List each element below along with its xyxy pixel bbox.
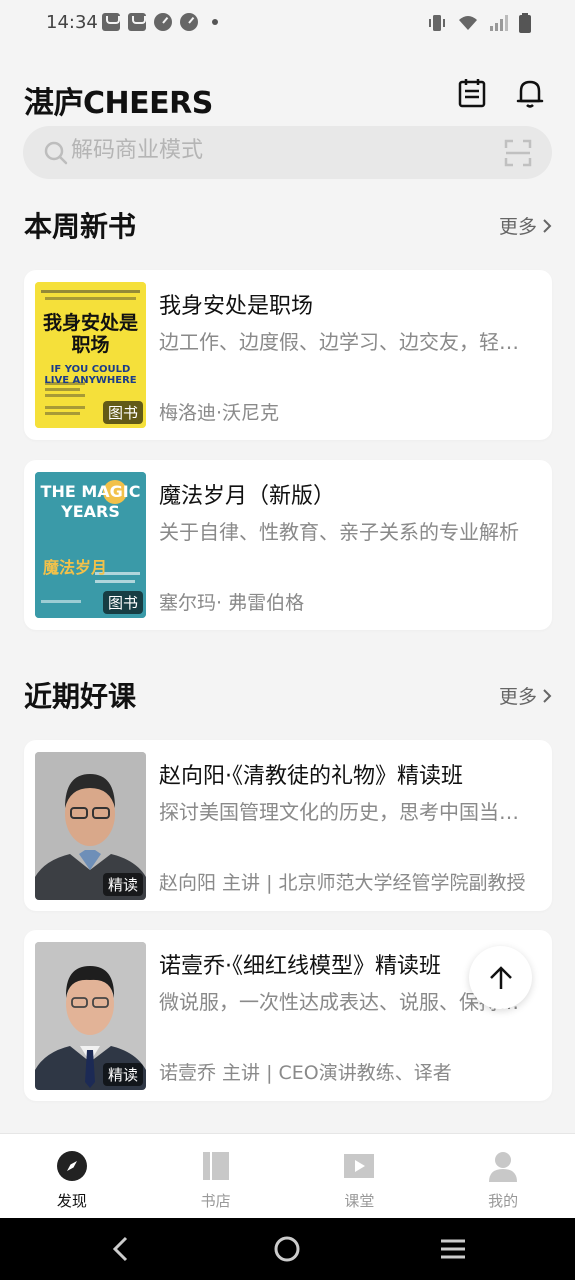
menu-icon[interactable] xyxy=(438,1234,468,1264)
book-author: 塞尔玛· 弗雷伯格 xyxy=(159,592,305,614)
nav-label: 课堂 xyxy=(344,1192,375,1210)
chevron-right-icon xyxy=(543,218,552,233)
nav-label: 书店 xyxy=(200,1192,231,1210)
course-desc: 探讨美国管理文化的历史，思考中国当下的管理问题 xyxy=(159,800,537,824)
course-card[interactable]: 精读 赵向阳·《清教徒的礼物》精读班 探讨美国管理文化的历史，思考中国当下的管理… xyxy=(24,740,552,911)
course-tag: 精读 xyxy=(102,873,143,896)
bell-icon[interactable] xyxy=(513,76,547,110)
calendar-icon[interactable] xyxy=(455,76,489,110)
more-label: 更多 xyxy=(498,686,537,708)
signal-icon xyxy=(490,15,508,31)
play-icon xyxy=(344,1154,375,1178)
compass-icon xyxy=(56,1151,87,1181)
book-cover-title: 我身安处是职场 xyxy=(42,312,138,356)
book-cover-subtitle: IF YOU COULD LIVE ANYWHERE xyxy=(44,364,137,386)
nav-item-bookstore[interactable]: 书店 xyxy=(144,1134,288,1218)
speedometer-notification-icon xyxy=(154,13,172,31)
status-bar: 14:34 xyxy=(0,0,575,48)
course-title: 赵向阳·《清教徒的礼物》精读班 xyxy=(159,764,463,789)
course-lecturer: 诺壹乔 主讲 | CEO演讲教练、译者 xyxy=(159,1062,452,1084)
book-card[interactable]: THE MAGIC YEARS 魔法岁月 图书 魔法岁月（新版） 关于自律、性教… xyxy=(24,460,552,630)
notification-icons xyxy=(102,13,218,31)
battery-icon xyxy=(519,13,531,33)
book-cover-title-en: THE MAGIC YEARS xyxy=(40,482,141,521)
vibrate-icon xyxy=(429,15,445,31)
home-icon[interactable] xyxy=(272,1234,302,1264)
arrow-up-icon xyxy=(489,965,512,989)
nav-item-classroom[interactable]: 课堂 xyxy=(288,1134,432,1218)
nav-item-discover[interactable]: 发现 xyxy=(0,1134,144,1218)
system-status-icons xyxy=(427,13,531,33)
book-cover: THE MAGIC YEARS 魔法岁月 图书 xyxy=(35,472,146,618)
section-title-courses: 近期好课 xyxy=(24,680,137,713)
book-author: 梅洛迪·沃尼克 xyxy=(159,402,280,424)
course-tag: 精读 xyxy=(102,1063,143,1086)
course-lecturer: 赵向阳 主讲 | 北京师范大学经管学院副教授 xyxy=(159,872,526,894)
wifi-icon xyxy=(459,16,477,30)
person-icon xyxy=(489,1152,518,1182)
status-time: 14:34 xyxy=(46,12,98,33)
chevron-right-icon xyxy=(543,688,552,703)
bag-notification-icon xyxy=(128,13,146,31)
book-cover: 我身安处是职场 IF YOU COULD LIVE ANYWHERE 图书 xyxy=(35,282,146,428)
book-card[interactable]: 我身安处是职场 IF YOU COULD LIVE ANYWHERE 图书 我身… xyxy=(24,270,552,440)
more-courses-link[interactable]: 更多 xyxy=(499,682,553,709)
search-input[interactable] xyxy=(71,138,471,163)
book-desc: 边工作、边度假、边学习、边交友，轻松工作 xyxy=(159,330,537,354)
more-label: 更多 xyxy=(498,216,537,238)
more-new-books-link[interactable]: 更多 xyxy=(499,212,553,239)
scan-icon[interactable] xyxy=(504,139,532,167)
back-icon[interactable] xyxy=(106,1234,136,1264)
book-cover-title: 魔法岁月 xyxy=(43,558,108,577)
speedometer-notification-icon xyxy=(180,13,198,31)
nav-label: 发现 xyxy=(56,1192,87,1210)
section-title-new-books: 本周新书 xyxy=(24,210,137,243)
app-logo: 湛庐CHEERS xyxy=(24,86,213,121)
course-card[interactable]: 精读 诺壹乔·《细红线模型》精读班 微说服，一次性达成表达、说服、保持信任 诺壹… xyxy=(24,930,552,1101)
search-bar[interactable] xyxy=(23,126,552,179)
bag-notification-icon xyxy=(102,13,120,31)
system-navigation-bar xyxy=(0,1218,575,1280)
book-title: 魔法岁月（新版） xyxy=(159,484,336,509)
books-icon xyxy=(202,1152,229,1180)
book-tag: 图书 xyxy=(102,591,143,614)
nav-label: 我的 xyxy=(488,1192,519,1210)
back-to-top-button[interactable] xyxy=(469,946,532,1009)
bottom-nav: 发现 书店 课堂 我的 xyxy=(0,1133,575,1218)
app-header: 湛庐CHEERS xyxy=(24,70,551,121)
lecturer-photo: 精读 xyxy=(35,752,146,900)
book-title: 我身安处是职场 xyxy=(159,294,314,319)
book-tag: 图书 xyxy=(102,401,143,424)
search-icon xyxy=(44,141,68,165)
lecturer-photo: 精读 xyxy=(35,942,146,1090)
more-notifications-dot-icon xyxy=(212,19,218,25)
book-desc: 关于自律、性教育、亲子关系的专业解析 xyxy=(159,520,519,544)
nav-item-mine[interactable]: 我的 xyxy=(431,1134,575,1218)
